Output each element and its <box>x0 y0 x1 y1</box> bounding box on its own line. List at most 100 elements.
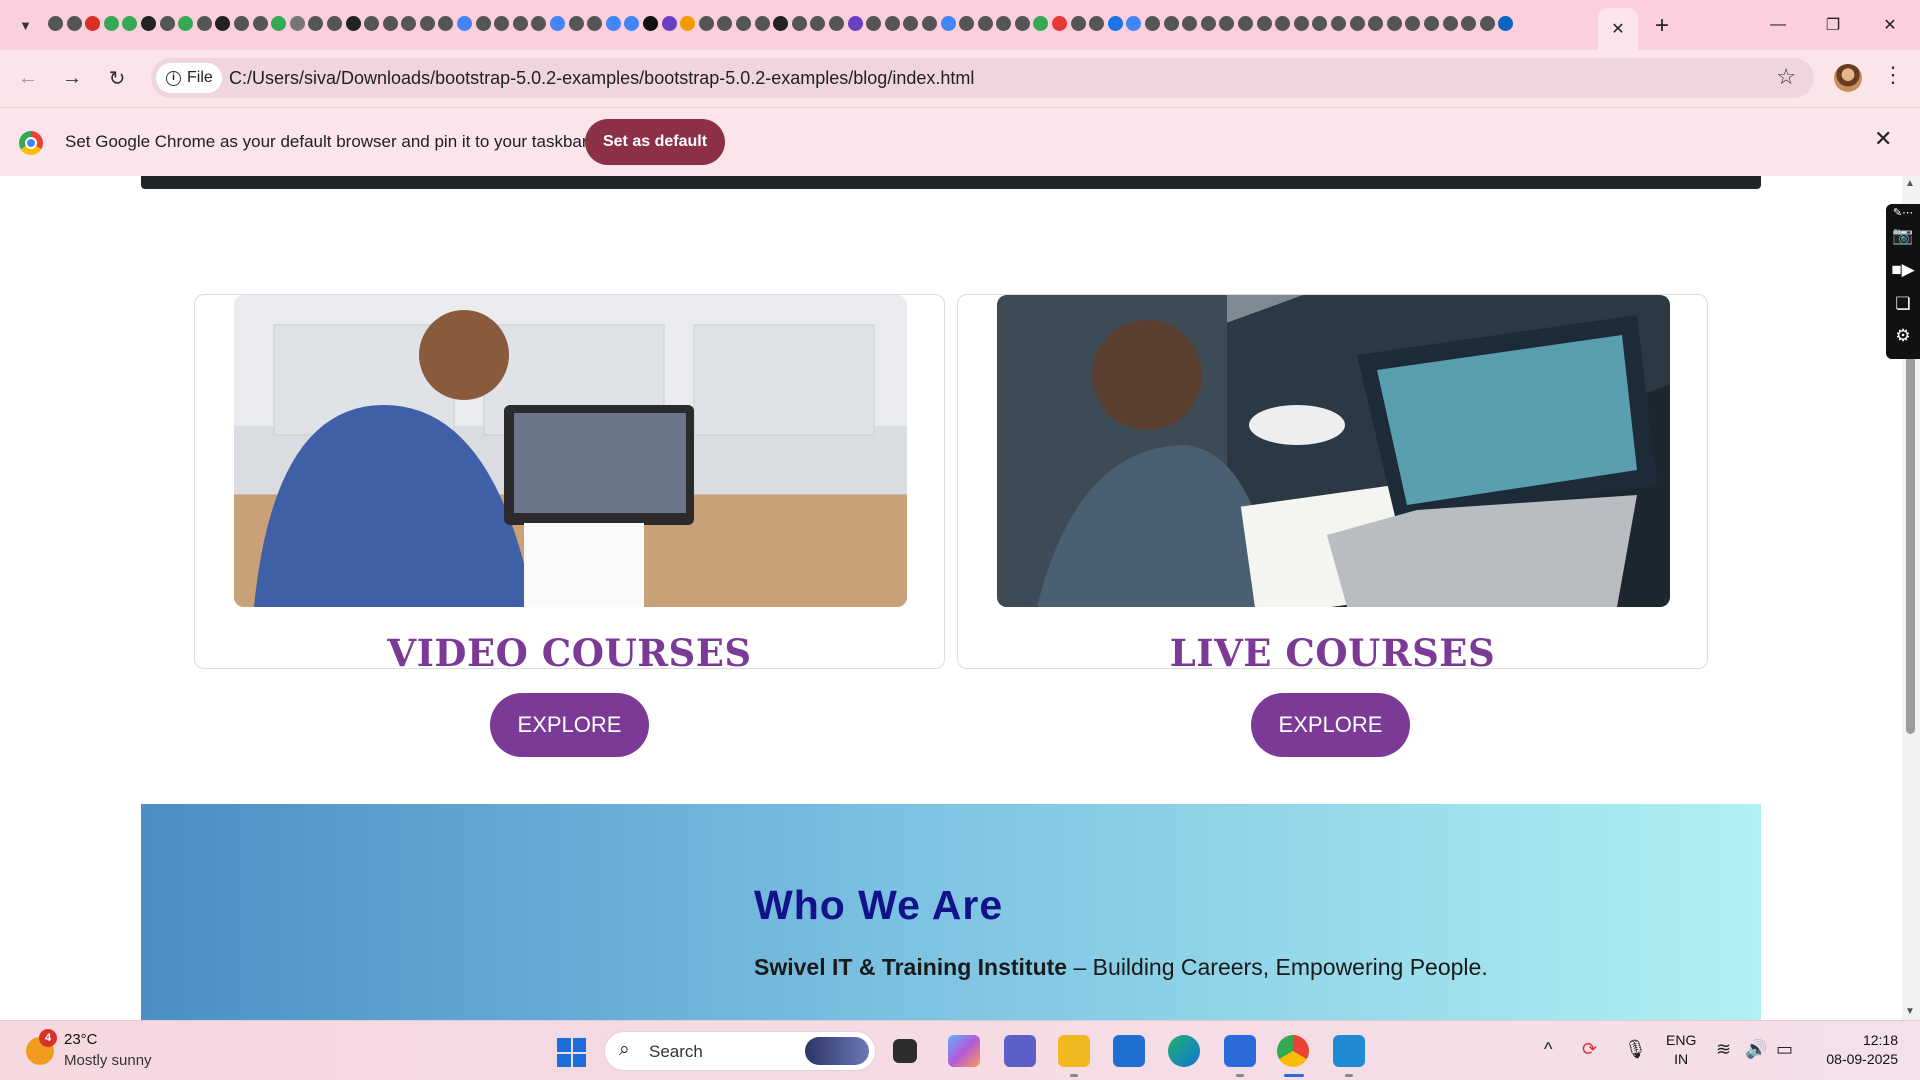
pinned-tab[interactable] <box>102 0 121 50</box>
pencil-icon[interactable]: ✎⋯ <box>1886 206 1920 219</box>
teams-icon[interactable] <box>1004 1035 1036 1067</box>
pinned-tab[interactable] <box>399 0 418 50</box>
set-as-default-button[interactable]: Set as default <box>585 119 725 165</box>
pinned-tab[interactable] <box>1496 0 1515 50</box>
window-capture-icon[interactable]: ❏ <box>1886 294 1920 314</box>
restore-button[interactable]: ❐ <box>1813 10 1853 40</box>
mail-icon[interactable] <box>1113 1035 1145 1067</box>
video-camera-icon[interactable]: ■▶ <box>1886 260 1920 280</box>
scroll-up-arrow-icon[interactable]: ▲ <box>1905 178 1915 189</box>
copilot-icon[interactable] <box>948 1035 980 1067</box>
pinned-tab[interactable] <box>176 0 195 50</box>
pinned-tab[interactable] <box>232 0 251 50</box>
close-tab-icon[interactable]: ✕ <box>1611 19 1624 39</box>
pinned-tab[interactable] <box>604 0 623 50</box>
pinned-tab[interactable] <box>65 0 84 50</box>
back-icon[interactable]: ← <box>12 62 44 94</box>
pinned-tab[interactable] <box>1013 0 1032 50</box>
pinned-tab[interactable] <box>251 0 270 50</box>
system-clock[interactable]: 12:18 08-09-2025 <box>1818 1031 1898 1069</box>
forward-icon[interactable]: → <box>56 62 88 94</box>
pinned-tab[interactable] <box>678 0 697 50</box>
taskbar-search[interactable]: ⌕ Search <box>604 1031 876 1071</box>
tab-search-chevron-icon[interactable]: ▼ <box>12 12 39 39</box>
pinned-tab[interactable] <box>994 0 1013 50</box>
pinned-tab[interactable] <box>660 0 679 50</box>
url-text[interactable]: C:/Users/siva/Downloads/bootstrap-5.0.2-… <box>229 68 974 89</box>
scroll-down-arrow-icon[interactable]: ▼ <box>1905 1006 1915 1017</box>
pinned-tab[interactable] <box>734 0 753 50</box>
edge-icon[interactable] <box>1168 1035 1200 1067</box>
pinned-tab[interactable] <box>46 0 65 50</box>
pinned-tab[interactable] <box>120 0 139 50</box>
pinned-tab[interactable] <box>715 0 734 50</box>
chrome-taskbar-icon[interactable] <box>1277 1035 1309 1067</box>
window-close-button[interactable]: ✕ <box>1870 10 1910 40</box>
tray-chevron-up-icon[interactable]: ^ <box>1544 1039 1552 1060</box>
pinned-tab[interactable] <box>455 0 474 50</box>
pinned-tab[interactable] <box>548 0 567 50</box>
notepad-icon[interactable] <box>1224 1035 1256 1067</box>
pinned-tab[interactable] <box>1162 0 1181 50</box>
pinned-tab[interactable] <box>158 0 177 50</box>
pinned-tab[interactable] <box>139 0 158 50</box>
settings-gear-icon[interactable]: ⚙ <box>1886 326 1920 346</box>
minimize-button[interactable]: — <box>1758 10 1798 40</box>
site-info-chip[interactable]: i File <box>156 63 222 93</box>
infobar-close-icon[interactable]: ✕ <box>1874 126 1892 152</box>
sync-icon[interactable]: ⟳ <box>1582 1039 1597 1060</box>
pinned-tab[interactable] <box>1292 0 1311 50</box>
pinned-tab[interactable] <box>1273 0 1292 50</box>
pinned-tab[interactable] <box>1348 0 1367 50</box>
language-indicator[interactable]: ENG IN <box>1666 1031 1696 1069</box>
pinned-tab[interactable] <box>269 0 288 50</box>
pinned-tab[interactable] <box>1050 0 1069 50</box>
pinned-tab[interactable] <box>1310 0 1329 50</box>
pinned-tab[interactable] <box>1403 0 1422 50</box>
explore-live-button[interactable]: EXPLORE <box>1251 693 1410 757</box>
wifi-icon[interactable]: ≋ <box>1716 1039 1731 1060</box>
pinned-tab[interactable] <box>436 0 455 50</box>
pinned-tab[interactable] <box>827 0 846 50</box>
pinned-tab[interactable] <box>1106 0 1125 50</box>
pinned-tab[interactable] <box>901 0 920 50</box>
pinned-tab[interactable] <box>939 0 958 50</box>
pinned-tab[interactable] <box>1143 0 1162 50</box>
reload-icon[interactable]: ↻ <box>101 62 133 94</box>
pinned-tab[interactable] <box>1069 0 1088 50</box>
pinned-tab[interactable] <box>585 0 604 50</box>
bookmark-star-icon[interactable]: ☆ <box>1776 64 1796 90</box>
camera-icon[interactable]: 📷 <box>1886 226 1920 246</box>
pinned-tab[interactable] <box>1087 0 1106 50</box>
microphone-icon[interactable]: 🎙 <box>1624 1039 1647 1060</box>
weather-temp[interactable]: 23°C <box>64 1031 98 1048</box>
pinned-tab[interactable] <box>883 0 902 50</box>
pinned-tab[interactable] <box>1385 0 1404 50</box>
pinned-tab[interactable] <box>1180 0 1199 50</box>
pinned-tab[interactable] <box>976 0 995 50</box>
pinned-tab[interactable] <box>1441 0 1460 50</box>
volume-icon[interactable]: 🔊 <box>1745 1039 1767 1060</box>
pinned-tab[interactable] <box>306 0 325 50</box>
explore-video-button[interactable]: EXPLORE <box>490 693 649 757</box>
pinned-tab[interactable] <box>1217 0 1236 50</box>
pinned-tab[interactable] <box>790 0 809 50</box>
pinned-tab[interactable] <box>1199 0 1218 50</box>
pinned-tab[interactable] <box>83 0 102 50</box>
scrollbar-thumb[interactable] <box>1906 356 1915 734</box>
pinned-tab[interactable] <box>808 0 827 50</box>
pinned-tab[interactable] <box>567 0 586 50</box>
windows-start-icon[interactable] <box>557 1038 586 1067</box>
pinned-tab[interactable] <box>418 0 437 50</box>
pinned-tab[interactable] <box>1124 0 1143 50</box>
file-explorer-icon[interactable] <box>1058 1035 1090 1067</box>
menu-dots-icon[interactable]: ⋮ <box>1882 62 1904 88</box>
pinned-tab[interactable] <box>511 0 530 50</box>
pinned-tab[interactable] <box>529 0 548 50</box>
profile-avatar[interactable] <box>1834 64 1862 92</box>
pinned-tab[interactable] <box>474 0 493 50</box>
pinned-tab[interactable] <box>325 0 344 50</box>
pinned-tab[interactable] <box>1422 0 1441 50</box>
pinned-tab[interactable] <box>492 0 511 50</box>
pinned-tab[interactable] <box>771 0 790 50</box>
